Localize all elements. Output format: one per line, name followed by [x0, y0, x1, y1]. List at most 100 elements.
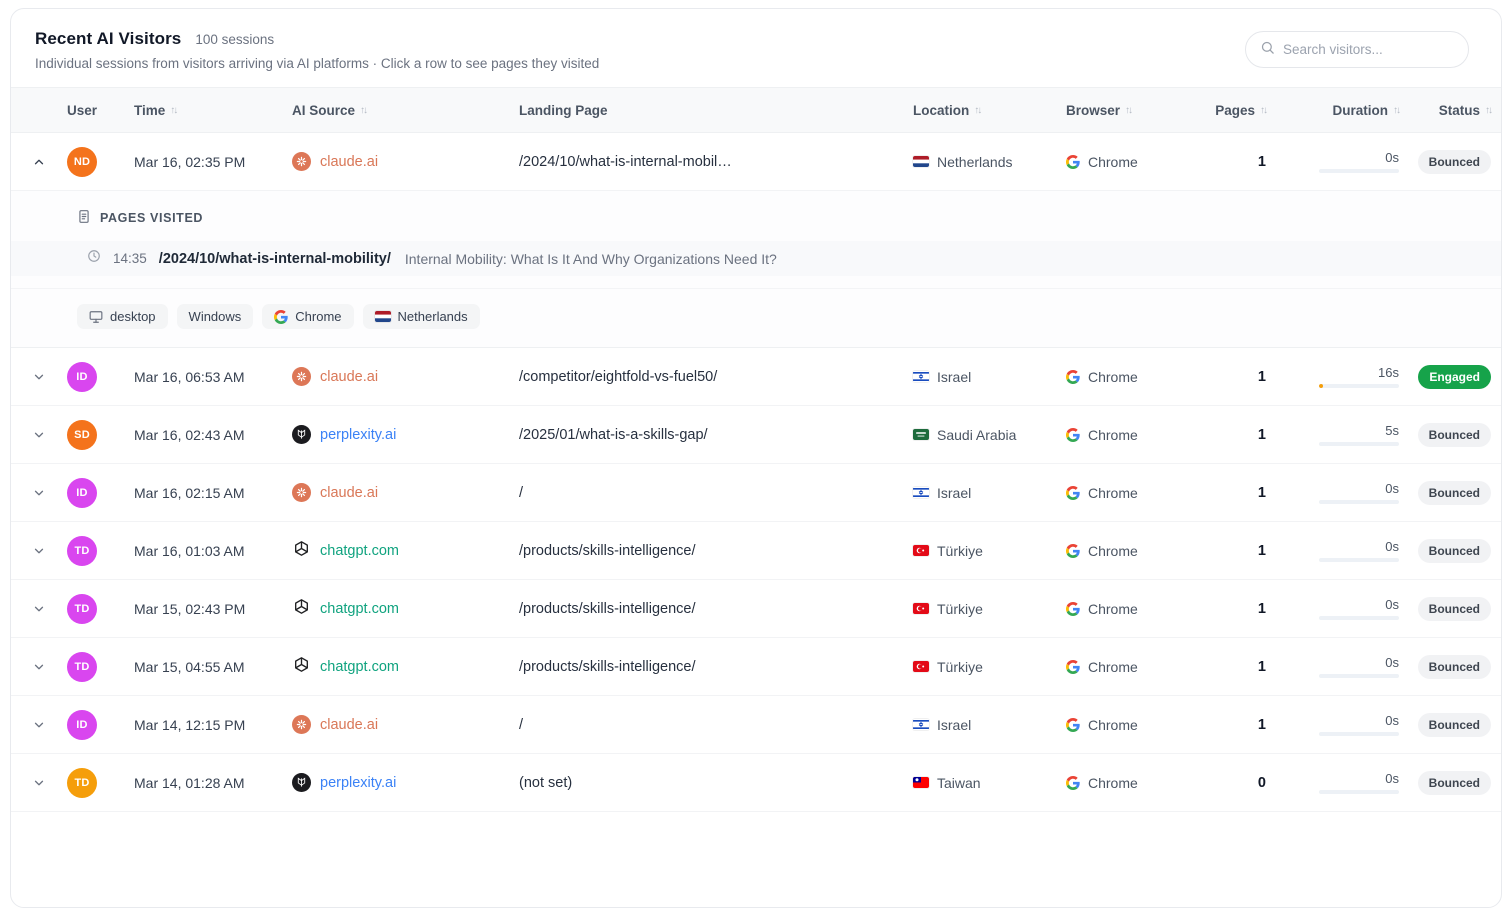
status-badge: Bounced: [1418, 597, 1491, 621]
chevron-down-icon[interactable]: [29, 483, 49, 503]
ai-source-icon: [292, 655, 311, 678]
chevron-down-icon[interactable]: [29, 599, 49, 619]
table-row[interactable]: TD Mar 14, 01:28 AM perplexity.ai (not s…: [11, 754, 1501, 812]
country-name: Türkiye: [937, 601, 983, 617]
landing-page: /2024/10/what-is-internal-mobil…: [509, 154, 903, 170]
duration-value: 0s: [1385, 597, 1399, 612]
chevron-down-icon[interactable]: [29, 715, 49, 735]
column-header-user: User: [67, 103, 134, 118]
country-flag-icon: [913, 777, 929, 788]
column-header-duration[interactable]: Duration↑↓: [1266, 103, 1399, 118]
chevron-down-icon[interactable]: [29, 657, 49, 677]
column-header-landing: Landing Page: [509, 103, 903, 118]
browser-name: Chrome: [1088, 427, 1138, 443]
country-name: Taiwan: [937, 775, 981, 791]
visit-time: Mar 14, 01:28 AM: [134, 775, 292, 791]
ai-source-icon: [292, 597, 311, 620]
browser-name: Chrome: [1088, 543, 1138, 559]
table-row[interactable]: ID Mar 16, 02:15 AM claude.ai / Israel C…: [11, 464, 1501, 522]
status-badge: Bounced: [1418, 481, 1491, 505]
chevron-down-icon[interactable]: [29, 773, 49, 793]
pages-count: 1: [1191, 154, 1266, 170]
ai-source-name[interactable]: perplexity.ai: [320, 427, 396, 443]
table-row[interactable]: TD Mar 15, 04:55 AM chatgpt.com /product…: [11, 638, 1501, 696]
visit-time: Mar 16, 02:43 AM: [134, 427, 292, 443]
visit-time: Mar 16, 06:53 AM: [134, 369, 292, 385]
column-header-source[interactable]: AI Source↑↓: [292, 103, 509, 118]
column-header-time[interactable]: Time↑↓: [134, 103, 292, 118]
table-row[interactable]: TD Mar 16, 01:03 AM chatgpt.com /product…: [11, 522, 1501, 580]
session-attribute-chip: Windows: [177, 304, 254, 329]
avatar: TD: [67, 594, 97, 624]
avatar: ID: [67, 710, 97, 740]
search-box[interactable]: [1245, 31, 1469, 68]
duration-bar: [1319, 500, 1399, 504]
table-header-row: UserTime↑↓AI Source↑↓Landing PageLocatio…: [11, 87, 1501, 133]
pages-count: 1: [1191, 717, 1266, 733]
table-row[interactable]: SD Mar 16, 02:43 AM perplexity.ai /2025/…: [11, 406, 1501, 464]
column-header-location[interactable]: Location↑↓: [903, 103, 1056, 118]
country-flag-icon: [913, 371, 929, 382]
search-icon: [1260, 40, 1275, 60]
ai-source-name[interactable]: claude.ai: [320, 485, 378, 501]
duration-bar: [1319, 384, 1399, 388]
ai-source-icon: [292, 152, 311, 172]
chrome-icon: [274, 310, 288, 324]
session-attribute-chip: desktop: [77, 304, 168, 329]
avatar: TD: [67, 652, 97, 682]
ai-source-name[interactable]: claude.ai: [320, 154, 378, 170]
ai-source-name[interactable]: chatgpt.com: [320, 543, 399, 559]
duration-value: 0s: [1385, 481, 1399, 496]
browser-name: Chrome: [1088, 369, 1138, 385]
sort-icon: ↑↓: [1125, 105, 1131, 116]
duration-bar: [1319, 558, 1399, 562]
column-header-browser[interactable]: Browser↑↓: [1056, 103, 1191, 118]
country-name: Saudi Arabia: [937, 427, 1016, 443]
card-header: Recent AI Visitors 100 sessions Individu…: [11, 9, 1501, 87]
browser-name: Chrome: [1088, 485, 1138, 501]
duration-value: 0s: [1385, 539, 1399, 554]
avatar: TD: [67, 536, 97, 566]
country-flag-icon: [913, 719, 929, 730]
chevron-down-icon[interactable]: [29, 425, 49, 445]
country-name: Israel: [937, 485, 971, 501]
table-row[interactable]: ID Mar 14, 12:15 PM claude.ai / Israel C…: [11, 696, 1501, 754]
duration-value: 0s: [1385, 771, 1399, 786]
ai-source-name[interactable]: claude.ai: [320, 369, 378, 385]
table-row[interactable]: ID Mar 16, 06:53 AM claude.ai /competito…: [11, 348, 1501, 406]
ai-source-icon: [292, 425, 311, 445]
search-input[interactable]: [1283, 42, 1454, 57]
sort-icon: ↑↓: [360, 105, 366, 116]
ai-source-name[interactable]: perplexity.ai: [320, 775, 396, 791]
pages-count: 0: [1191, 775, 1266, 791]
table-body: ND Mar 16, 02:35 PM claude.ai /2024/10/w…: [11, 133, 1501, 812]
table-row[interactable]: ND Mar 16, 02:35 PM claude.ai /2024/10/w…: [11, 133, 1501, 191]
status-badge: Bounced: [1418, 539, 1491, 563]
clock-icon: [87, 249, 101, 268]
visit-time: Mar 14, 12:15 PM: [134, 717, 292, 733]
column-header-pages[interactable]: Pages↑↓: [1191, 103, 1266, 118]
sort-icon: ↑↓: [170, 105, 176, 116]
landing-page: /products/skills-intelligence/: [509, 601, 903, 617]
landing-page: /: [509, 485, 903, 501]
landing-page: /2025/01/what-is-a-skills-gap/: [509, 427, 903, 443]
ai-source-name[interactable]: claude.ai: [320, 717, 378, 733]
pages-visited-heading: PAGES VISITED: [100, 211, 203, 225]
ai-source-icon: [292, 539, 311, 562]
chevron-up-icon[interactable]: [29, 152, 49, 172]
landing-page: (not set): [509, 775, 903, 791]
column-header-status[interactable]: Status↑↓: [1399, 103, 1501, 118]
duration-value: 0s: [1385, 655, 1399, 670]
session-count: 100 sessions: [195, 32, 274, 47]
visited-page-row[interactable]: 14:35 /2024/10/what-is-internal-mobility…: [11, 241, 1501, 276]
chevron-down-icon[interactable]: [29, 367, 49, 387]
chrome-browser-icon: [1066, 776, 1080, 790]
chevron-down-icon[interactable]: [29, 541, 49, 561]
ai-source-name[interactable]: chatgpt.com: [320, 601, 399, 617]
ai-source-name[interactable]: chatgpt.com: [320, 659, 399, 675]
duration-bar: [1319, 790, 1399, 794]
visit-time: Mar 16, 02:35 PM: [134, 154, 292, 170]
duration-value: 0s: [1385, 150, 1399, 165]
sort-icon: ↑↓: [974, 105, 980, 116]
table-row[interactable]: TD Mar 15, 02:43 PM chatgpt.com /product…: [11, 580, 1501, 638]
